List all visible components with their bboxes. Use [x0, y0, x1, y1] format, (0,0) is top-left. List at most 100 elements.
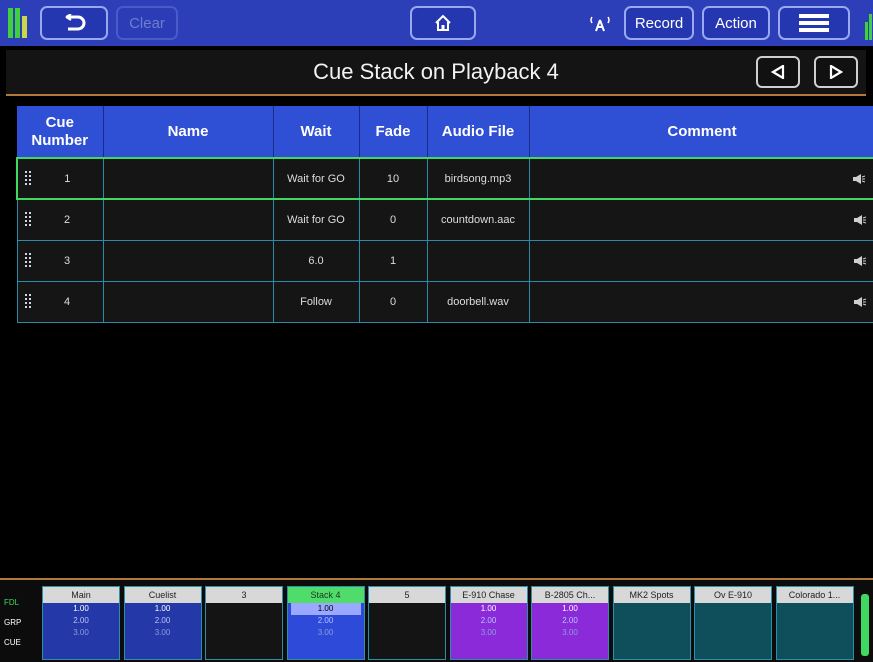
table-row[interactable]: 1 Wait for GO 10 birdsong.mp3 — [16, 157, 873, 200]
playback-value — [369, 627, 445, 639]
playback-tile[interactable]: 5 — [368, 586, 446, 660]
playback-tile[interactable]: Stack 4 1.00 2.00 3.00 — [286, 586, 365, 660]
record-button-label: Record — [634, 14, 684, 32]
playback-value — [206, 603, 282, 615]
clear-button-label: Clear — [129, 14, 165, 32]
playback-tile[interactable]: MK2 Spots — [612, 586, 691, 660]
menu-button[interactable] — [778, 6, 850, 40]
audio-file-cell[interactable] — [426, 239, 530, 282]
clear-button[interactable]: Clear — [116, 6, 178, 40]
wait-cell[interactable]: Wait for GO — [272, 157, 360, 200]
playback-scroll-handle[interactable] — [861, 594, 869, 656]
cue-number-cell[interactable]: 4 — [16, 280, 104, 323]
column-header-wait[interactable]: Wait — [273, 106, 360, 158]
output-meter-icon — [865, 12, 873, 40]
playback-values — [695, 603, 771, 659]
drag-handle-icon[interactable] — [24, 252, 33, 269]
playback-values: 1.00 2.00 3.00 — [532, 603, 608, 659]
playback-name: MK2 Spots — [613, 587, 690, 603]
table-row[interactable]: 4 Follow 0 doorbell.wav — [16, 280, 873, 323]
playback-name: E-910 Chase — [450, 587, 527, 603]
audio-file-cell[interactable]: birdsong.mp3 — [426, 157, 530, 200]
cue-number-cell[interactable]: 2 — [16, 198, 104, 241]
playback-tile[interactable]: Ov E-910 — [694, 586, 772, 660]
top-toolbar: Clear Record Action — [0, 0, 873, 46]
playback-value — [695, 615, 771, 627]
speaker-icon[interactable] — [852, 173, 866, 185]
home-button[interactable] — [410, 6, 476, 40]
playback-name: Main — [43, 587, 119, 603]
column-header-cue-number[interactable]: Cue Number — [17, 106, 104, 158]
triangle-left-icon — [771, 65, 785, 79]
wait-cell[interactable]: Follow — [272, 280, 360, 323]
drag-handle-icon[interactable] — [24, 212, 33, 228]
playback-tile[interactable]: Colorado 1... — [775, 586, 854, 660]
comment-cell[interactable] — [528, 157, 873, 200]
cue-stack-header: Cue Stack on Playback 4 — [6, 50, 866, 96]
playback-name: Stack 4 — [287, 587, 364, 603]
playback-value: 1.00 — [562, 604, 578, 613]
playback-value — [206, 627, 282, 639]
column-header-fade[interactable]: Fade — [359, 106, 428, 158]
wait-cell[interactable]: Wait for GO — [272, 198, 360, 241]
playback-values: 1.00 2.00 3.00 — [287, 603, 364, 659]
drag-handle-icon[interactable] — [25, 171, 33, 187]
playback-value: 2.00 — [480, 616, 497, 625]
drag-handle-icon[interactable] — [24, 293, 33, 310]
fade-cell[interactable]: 10 — [358, 157, 428, 200]
table-row[interactable]: 2 Wait for GO 0 countdown.aac — [16, 198, 873, 241]
playback-value — [777, 603, 853, 615]
playback-tile[interactable]: B-2805 Ch... 1.00 2.00 3.00 — [531, 586, 609, 660]
undo-icon — [65, 14, 86, 31]
playback-value: 1.00 — [480, 604, 497, 613]
cue-number-value: 3 — [63, 254, 71, 267]
audio-file-cell[interactable]: doorbell.wav — [426, 280, 530, 323]
speaker-icon[interactable] — [853, 296, 867, 308]
level-meter-icon — [8, 8, 32, 38]
playback-values — [206, 603, 282, 659]
wait-cell[interactable]: 6.0 — [272, 239, 360, 282]
column-header-name[interactable]: Name — [103, 106, 274, 158]
column-header-comment[interactable]: Comment — [529, 106, 873, 158]
name-cell[interactable] — [102, 280, 274, 323]
undo-button[interactable] — [40, 6, 108, 40]
fade-cell[interactable]: 0 — [358, 198, 428, 241]
playback-tile[interactable]: Cuelist 1.00 2.00 3.00 — [123, 586, 202, 660]
playback-values: 1.00 2.00 3.00 — [43, 603, 119, 659]
playback-value: 1.00 — [154, 604, 171, 613]
speaker-icon[interactable] — [853, 214, 867, 226]
action-button-label: Action — [715, 14, 757, 32]
action-button[interactable]: Action — [702, 6, 770, 40]
speaker-icon[interactable] — [853, 255, 867, 267]
playback-value — [777, 627, 853, 639]
playback-tile[interactable]: E-910 Chase 1.00 2.00 3.00 — [449, 586, 528, 660]
comment-cell[interactable] — [528, 239, 873, 282]
playback-name: Colorado 1... — [776, 587, 853, 603]
playback-name: B-2805 Ch... — [532, 587, 608, 603]
playback-values — [369, 603, 445, 659]
comment-cell[interactable] — [528, 198, 873, 241]
playback-tile[interactable]: Main 1.00 2.00 3.00 — [42, 586, 120, 660]
next-button[interactable] — [814, 56, 858, 88]
playback-tile[interactable]: 3 — [205, 586, 283, 660]
name-cell[interactable] — [102, 157, 274, 200]
name-cell[interactable] — [102, 239, 274, 282]
comment-cell[interactable] — [528, 280, 873, 323]
cue-number-cell[interactable]: 1 — [16, 157, 104, 200]
column-header-audio-file[interactable]: Audio File — [427, 106, 530, 158]
table-row[interactable]: 3 6.0 1 — [16, 239, 873, 282]
playback-value — [614, 603, 690, 615]
hamburger-icon — [799, 14, 829, 32]
wireless-icon — [587, 14, 613, 32]
playback-value: 2.00 — [317, 616, 334, 625]
home-icon — [435, 14, 451, 31]
playback-value — [206, 615, 282, 627]
fade-cell[interactable]: 0 — [358, 280, 428, 323]
cue-number-cell[interactable]: 3 — [16, 239, 104, 282]
fade-cell[interactable]: 1 — [358, 239, 428, 282]
record-button[interactable]: Record — [624, 6, 694, 40]
cue-number-value: 4 — [63, 295, 71, 308]
previous-button[interactable] — [756, 56, 800, 88]
name-cell[interactable] — [102, 198, 274, 241]
audio-file-cell[interactable]: countdown.aac — [426, 198, 530, 241]
